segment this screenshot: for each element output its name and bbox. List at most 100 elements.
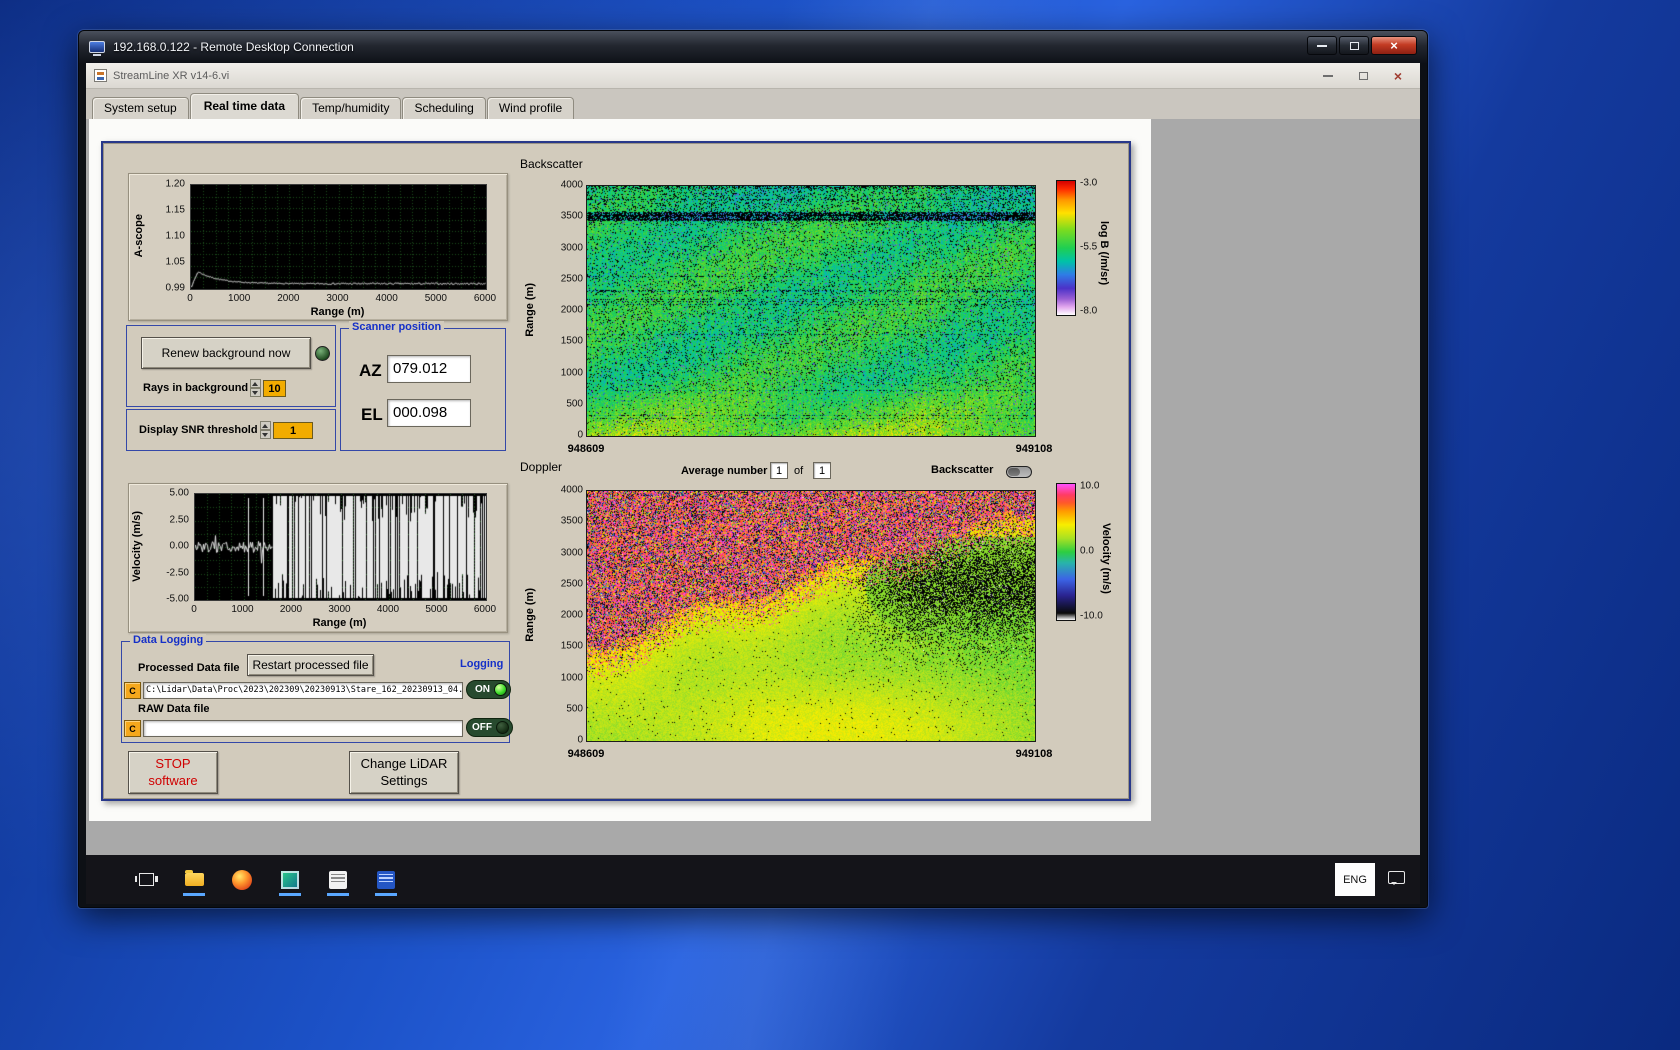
rdp-maximize-button[interactable]: [1339, 36, 1369, 55]
tab-real-time-data[interactable]: Real time data: [189, 93, 300, 119]
rdp-title: 192.168.0.122 - Remote Desktop Connectio…: [113, 40, 354, 54]
doppler-x-start: 948609: [567, 748, 605, 760]
app-restore-icon[interactable]: [1358, 71, 1368, 80]
tick-label: 4000: [376, 604, 400, 615]
folder-icon: [184, 870, 204, 886]
tick-label: 3000: [328, 604, 351, 615]
rays-spinner[interactable]: [250, 379, 261, 397]
raw-path-field[interactable]: [143, 720, 463, 737]
off-label: OFF: [472, 722, 492, 733]
tick-label: 5.00: [169, 487, 189, 499]
tick-label: 2000: [560, 304, 583, 316]
snr-spinner[interactable]: [260, 421, 271, 439]
tab-temp-humidity[interactable]: Temp/humidity: [300, 97, 402, 119]
file-explorer-button[interactable]: [182, 863, 206, 897]
az-value[interactable]: 079.012: [387, 355, 471, 383]
tick-label: 0: [577, 429, 583, 441]
snr-value[interactable]: 1: [273, 422, 313, 439]
task-view-button[interactable]: [134, 863, 158, 897]
doppler-title: Doppler: [520, 460, 563, 474]
tick-label: -5.00: [166, 593, 189, 605]
ascope-yticks: 1.20 1.15 1.10 1.05 0.99: [147, 179, 185, 294]
vi-icon: [94, 69, 107, 82]
notification-icon[interactable]: [1388, 871, 1405, 885]
az-label: AZ: [359, 361, 382, 380]
scanner-group-title: Scanner position: [349, 321, 445, 333]
image-viewer-button[interactable]: [278, 863, 302, 897]
ascope-plot-canvas: [190, 184, 487, 290]
average-total-field[interactable]: 1: [813, 462, 831, 479]
doppler-colorbar: [1056, 483, 1076, 621]
backscatter-toggle[interactable]: [1006, 466, 1032, 478]
tick-label: 4000: [560, 484, 583, 496]
language-indicator[interactable]: ENG: [1335, 863, 1375, 896]
backscatter-ylabel: Range (m): [524, 283, 536, 337]
doppler-colorbar-label: Velocity (m/s): [1100, 522, 1112, 594]
processed-file-label: Processed Data file: [138, 662, 240, 674]
tick-label: 6000: [473, 604, 497, 615]
tab-scheduling[interactable]: Scheduling: [402, 97, 486, 119]
tick-label: 1000: [228, 293, 251, 304]
tick-label: -2.50: [166, 567, 189, 578]
app-titlebar[interactable]: StreamLine XR v14-6.vi ×: [86, 63, 1420, 89]
backscatter-colorbar-label: log B (/m/sr): [1098, 220, 1110, 286]
tab-wind-profile[interactable]: Wind profile: [486, 97, 575, 119]
tick-label: 0.99: [165, 282, 185, 294]
processed-path-field[interactable]: C:\Lidar\Data\Proc\2023\202309\20230913\…: [143, 682, 463, 699]
tick-label: 500: [566, 398, 583, 410]
firefox-button[interactable]: [230, 863, 254, 897]
maximize-icon: [1349, 41, 1359, 50]
rdp-minimize-button[interactable]: [1307, 36, 1337, 55]
tick-label: 4000: [375, 293, 398, 304]
scan-scheduler-button[interactable]: [326, 863, 350, 897]
el-value[interactable]: 000.098: [387, 399, 471, 427]
firefox-icon: [232, 869, 252, 890]
snr-group: Display SNR threshold 1: [126, 409, 336, 451]
stop-software-button[interactable]: STOP software: [128, 751, 218, 794]
rdp-window-controls: ×: [1307, 31, 1417, 63]
raw-drive-button[interactable]: C: [124, 720, 141, 737]
rdp-titlebar[interactable]: 192.168.0.122 - Remote Desktop Connectio…: [79, 31, 1427, 63]
desktop: 192.168.0.122 - Remote Desktop Connectio…: [0, 0, 1680, 1050]
raw-logging-toggle[interactable]: OFF: [466, 718, 513, 737]
processed-logging-toggle[interactable]: ON: [466, 680, 511, 699]
rays-value[interactable]: 10: [263, 380, 286, 397]
ascope-xticks: 0 1000 2000 3000 4000 5000 6000: [187, 293, 496, 305]
renew-background-button[interactable]: Renew background now: [141, 337, 311, 369]
processed-drive-button[interactable]: C: [124, 682, 141, 699]
close-icon: ×: [1390, 38, 1398, 53]
rdp-close-button[interactable]: ×: [1371, 36, 1417, 55]
lidar-app-button[interactable]: [374, 863, 398, 897]
tab-system-setup[interactable]: System setup: [92, 97, 189, 119]
velocity-plot-canvas: [194, 493, 487, 601]
app-minimize-icon[interactable]: [1322, 74, 1333, 77]
logging-group-title: Data Logging: [130, 634, 207, 646]
tick-label: 500: [566, 703, 583, 715]
tick-label: 1500: [560, 335, 583, 347]
restart-processed-button[interactable]: Restart processed file: [247, 654, 374, 676]
tick-label: 3500: [560, 515, 583, 527]
app-window: StreamLine XR v14-6.vi × System setup Re…: [86, 63, 1420, 855]
velocity-ylabel: Velocity (m/s): [131, 510, 143, 582]
minimize-icon: [1317, 44, 1327, 47]
tick-label: 3000: [560, 242, 583, 253]
ascope-ylabel: A-scope: [133, 214, 145, 258]
backscatter-yticks: 4000 3500 3000 2500 2000 1500 1000 500 0: [541, 180, 583, 441]
backscatter-x-end: 949108: [1015, 443, 1053, 455]
tab-page: A-scope 1.20 1.15 1.10 1.05 0.99 0 1000 2000 30…: [89, 119, 1151, 821]
tick-label: 4000: [560, 179, 583, 191]
app-close-icon[interactable]: ×: [1394, 69, 1402, 83]
background-group: Renew background now Rays in background …: [126, 325, 336, 407]
change-settings-button[interactable]: Change LiDAR Settings: [349, 751, 459, 794]
average-value-field[interactable]: 1: [770, 462, 788, 479]
scanner-group: Scanner position AZ 079.012 EL 000.098: [340, 321, 506, 451]
tick-label: 0: [187, 293, 193, 304]
rays-in-background-label: Rays in background: [143, 382, 249, 394]
raw-file-label: RAW Data file: [138, 703, 210, 715]
velocity-xlabel: Range (m): [312, 617, 367, 629]
tick-label: 0.00: [169, 540, 189, 552]
tick-label: 2500: [560, 578, 583, 590]
change-line1: Change LiDAR: [360, 756, 448, 772]
on-label: ON: [475, 684, 490, 695]
tick-label: 3000: [560, 547, 583, 558]
